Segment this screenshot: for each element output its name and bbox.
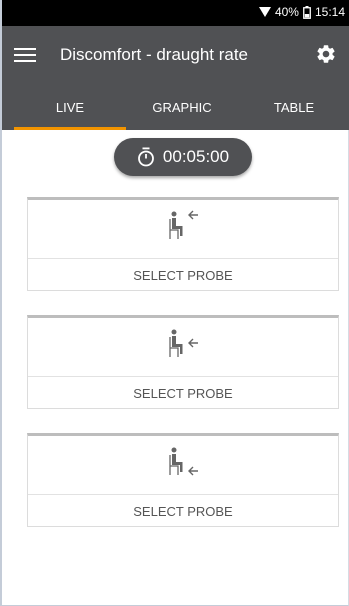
tab-live[interactable]: LIVE xyxy=(14,86,126,130)
app-screen: 40% 15:14 Discomfort - draught rate LIVE… xyxy=(0,0,349,606)
timer-button[interactable]: 00:05:00 xyxy=(114,138,252,176)
probe-card-2: SELECT PROBE xyxy=(27,315,339,409)
app-bar: Discomfort - draught rate xyxy=(2,26,349,86)
tab-graphic[interactable]: GRAPHIC xyxy=(126,86,238,130)
battery-percent: 40% xyxy=(274,5,299,19)
status-bar: 40% 15:14 xyxy=(2,0,349,26)
probe-icon-area xyxy=(28,436,338,495)
tab-bar: LIVE GRAPHIC TABLE xyxy=(2,86,349,130)
seated-person-draught-icon xyxy=(169,329,198,357)
gear-icon[interactable] xyxy=(315,43,337,65)
probe-icon-area xyxy=(28,318,338,377)
select-probe-button[interactable]: SELECT PROBE xyxy=(28,259,338,292)
seated-person-draught-icon xyxy=(169,210,198,239)
tab-table[interactable]: TABLE xyxy=(238,86,349,130)
probe-icon-area xyxy=(28,200,338,259)
probe-card-1: SELECT PROBE xyxy=(27,197,339,291)
battery-icon xyxy=(303,5,311,19)
select-probe-button[interactable]: SELECT PROBE xyxy=(28,377,338,410)
wifi-icon xyxy=(258,7,271,17)
seated-person-draught-icon xyxy=(169,447,198,476)
page-title: Discomfort - draught rate xyxy=(60,45,249,64)
active-tab-indicator xyxy=(14,127,126,130)
probe-card-3: SELECT PROBE xyxy=(27,433,339,527)
clock: 15:14 xyxy=(314,5,345,19)
select-probe-button[interactable]: SELECT PROBE xyxy=(28,495,338,528)
timer-value: 00:05:00 xyxy=(162,147,230,166)
stopwatch-icon xyxy=(138,147,154,167)
menu-icon[interactable] xyxy=(14,44,36,66)
